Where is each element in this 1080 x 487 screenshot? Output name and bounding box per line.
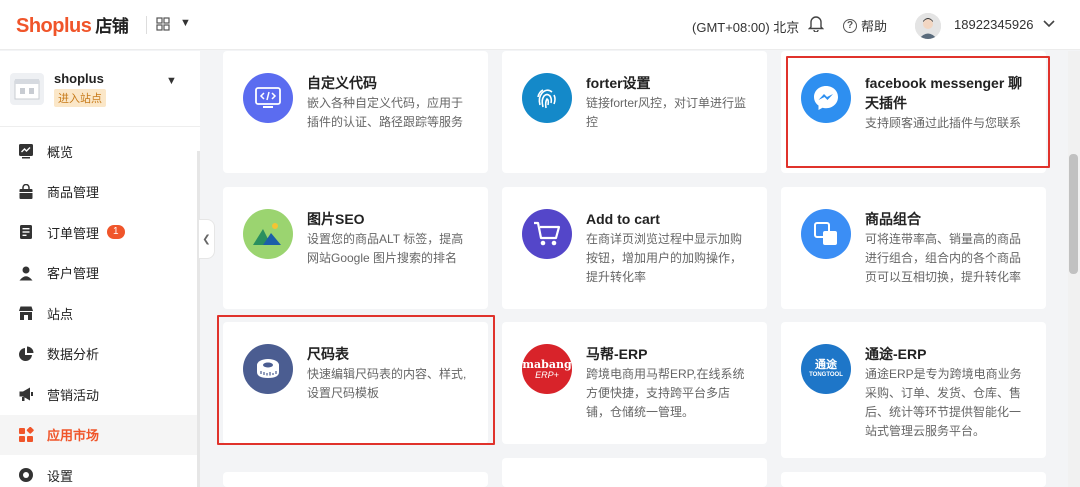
mabang-logo: mabang ERP+ [522,344,572,394]
pie-chart-icon [18,346,34,362]
store-switcher[interactable]: shoplus 进入站点 ▼ [10,69,195,109]
app-desc: 链接forter风控，对订单进行监控 [586,96,747,129]
grid-icon[interactable] [156,17,170,34]
sidebar-item-customers[interactable]: 客户管理 [0,253,197,294]
sidebar-item-orders[interactable]: 订单管理 1 [0,212,197,253]
app-desc: 嵌入各种自定义代码，应用于插件的认证、路径跟踪等服务 [307,96,464,129]
app-desc: 可将连带率高、销量高的商品进行组合，组合内的各个商品页可以互相切换，提升转化率 [865,232,1022,284]
app-desc: 通途ERP是专为跨境电商业务采购、订单、发货、仓库、售后、统计等环节提供智能化一… [865,367,1022,438]
code-icon [243,73,293,123]
bag-icon [18,183,34,200]
sidebar-item-label: 应用市场 [47,428,100,444]
sidebar-divider [0,126,200,127]
app-title: forter设置 [586,75,651,91]
sidebar-scrollbar[interactable] [197,151,200,487]
sidebar-item-label: 客户管理 [47,266,100,282]
apps-icon [18,426,34,443]
combine-icon [801,209,851,259]
user-phone[interactable]: 18922345926 [954,17,1034,32]
app-card-mabang-erp[interactable]: mabang ERP+ 马帮-ERP 跨境电商用马帮ERP,在线系统方便快捷，支… [502,322,767,444]
app-card-image-seo[interactable]: 图片SEO 设置您的商品ALT 标签，提高网站Google 图片搜索的排名 [223,187,488,309]
store-avatar-icon [10,73,44,105]
chevron-down-icon[interactable] [1042,16,1056,30]
app-title: 图片SEO [307,211,365,227]
highlight-box [786,56,1050,168]
app-card-add-to-cart[interactable]: Add to cart 在商详页浏览过程中显示加购按钮，增加用户的加购操作，提升… [502,187,767,309]
settings-icon [18,467,34,483]
megaphone-icon [18,386,34,402]
sidebar-menu: 概览 商品管理 订单管理 1 客户管理 站点 数据分析 营销活动 应用市场 设置 [0,131,197,487]
sidebar-item-label: 概览 [47,144,74,160]
app-desc: 设置您的商品ALT 标签，提高网站Google 图片搜索的排名 [307,232,464,265]
overview-icon [18,143,34,159]
app-card-custom-code[interactable]: 自定义代码 嵌入各种自定义代码，应用于插件的认证、路径跟踪等服务 [223,51,488,173]
app-desc: 在商详页浏览过程中显示加购按钮，增加用户的加购操作，提升转化率 [586,232,743,284]
avatar[interactable] [915,13,941,39]
store-name: shoplus [54,71,104,86]
app-card-product-bundle[interactable]: 商品组合 可将连带率高、销量高的商品进行组合，组合内的各个商品页可以互相切换，提… [781,187,1046,309]
help-link[interactable]: ? 帮助 [843,16,887,35]
fingerprint-icon [522,73,572,123]
caret-down-icon[interactable]: ▼ [180,17,191,29]
app-card-partial[interactable] [223,472,488,487]
sidebar-item-label: 订单管理 [47,225,100,241]
sidebar-item-label: 商品管理 [47,185,100,201]
top-bar: Shoplus 店铺 ▼ (GMT+08:00) 北京 ? 帮助 18922345… [0,0,1080,50]
chevron-left-icon: ❮ [202,233,211,245]
app-card-partial[interactable] [781,472,1046,487]
help-label: 帮助 [861,19,888,34]
order-count-badge: 1 [107,225,125,240]
app-title: 商品组合 [865,211,921,227]
sidebar-item-site[interactable]: 站点 [0,293,197,334]
app-card-forter[interactable]: forter设置 链接forter风控，对订单进行监控 [502,51,767,173]
scrollbar-thumb[interactable] [1069,154,1078,274]
sidebar-item-label: 站点 [47,306,74,322]
sidebar-item-label: 营销活动 [47,387,100,403]
user-icon [18,265,34,281]
app-title: Add to cart [586,211,660,227]
cart-icon [522,209,572,259]
caret-down-icon[interactable]: ▼ [166,75,177,87]
tongtool-logo: 通途 TONGTOOL [801,344,851,394]
sidebar-item-products[interactable]: 商品管理 [0,172,197,213]
app-card-partial[interactable] [502,458,767,487]
sidebar-item-label: 设置 [47,468,74,484]
app-desc: 跨境电商用马帮ERP,在线系统方便快捷，支持跨平台多店铺，仓储统一管理。 [586,367,745,419]
store-icon [18,305,34,321]
image-seo-icon [243,209,293,259]
sidebar-item-marketing[interactable]: 营销活动 [0,374,197,415]
logo[interactable]: Shoplus 店铺 [16,12,129,38]
app-card-tongtool-erp[interactable]: 通途 TONGTOOL 通途-ERP 通途ERP是专为跨境电商业务采购、订单、发… [781,322,1046,458]
app-title: 自定义代码 [307,75,377,91]
sidebar: shoplus 进入站点 ▼ 概览 商品管理 订单管理 1 客户管理 站点 数据… [0,51,200,487]
enter-site-link[interactable]: 进入站点 [54,89,106,107]
bell-icon[interactable] [807,14,826,34]
sidebar-item-analytics[interactable]: 数据分析 [0,334,197,375]
sidebar-item-overview[interactable]: 概览 [0,131,197,172]
sidebar-item-app-market[interactable]: 应用市场 [0,414,197,455]
sidebar-item-label: 数据分析 [47,347,100,363]
highlight-box [217,315,495,445]
app-title: 通途-ERP [865,346,927,362]
help-icon: ? [843,18,857,33]
header-divider [146,16,147,34]
collapse-sidebar-button[interactable]: ❮ [199,219,215,259]
sidebar-item-settings[interactable]: 设置 [0,455,197,487]
timezone-label[interactable]: (GMT+08:00) 北京 [692,17,799,36]
order-icon [18,224,34,240]
app-title: 马帮-ERP [586,346,648,362]
